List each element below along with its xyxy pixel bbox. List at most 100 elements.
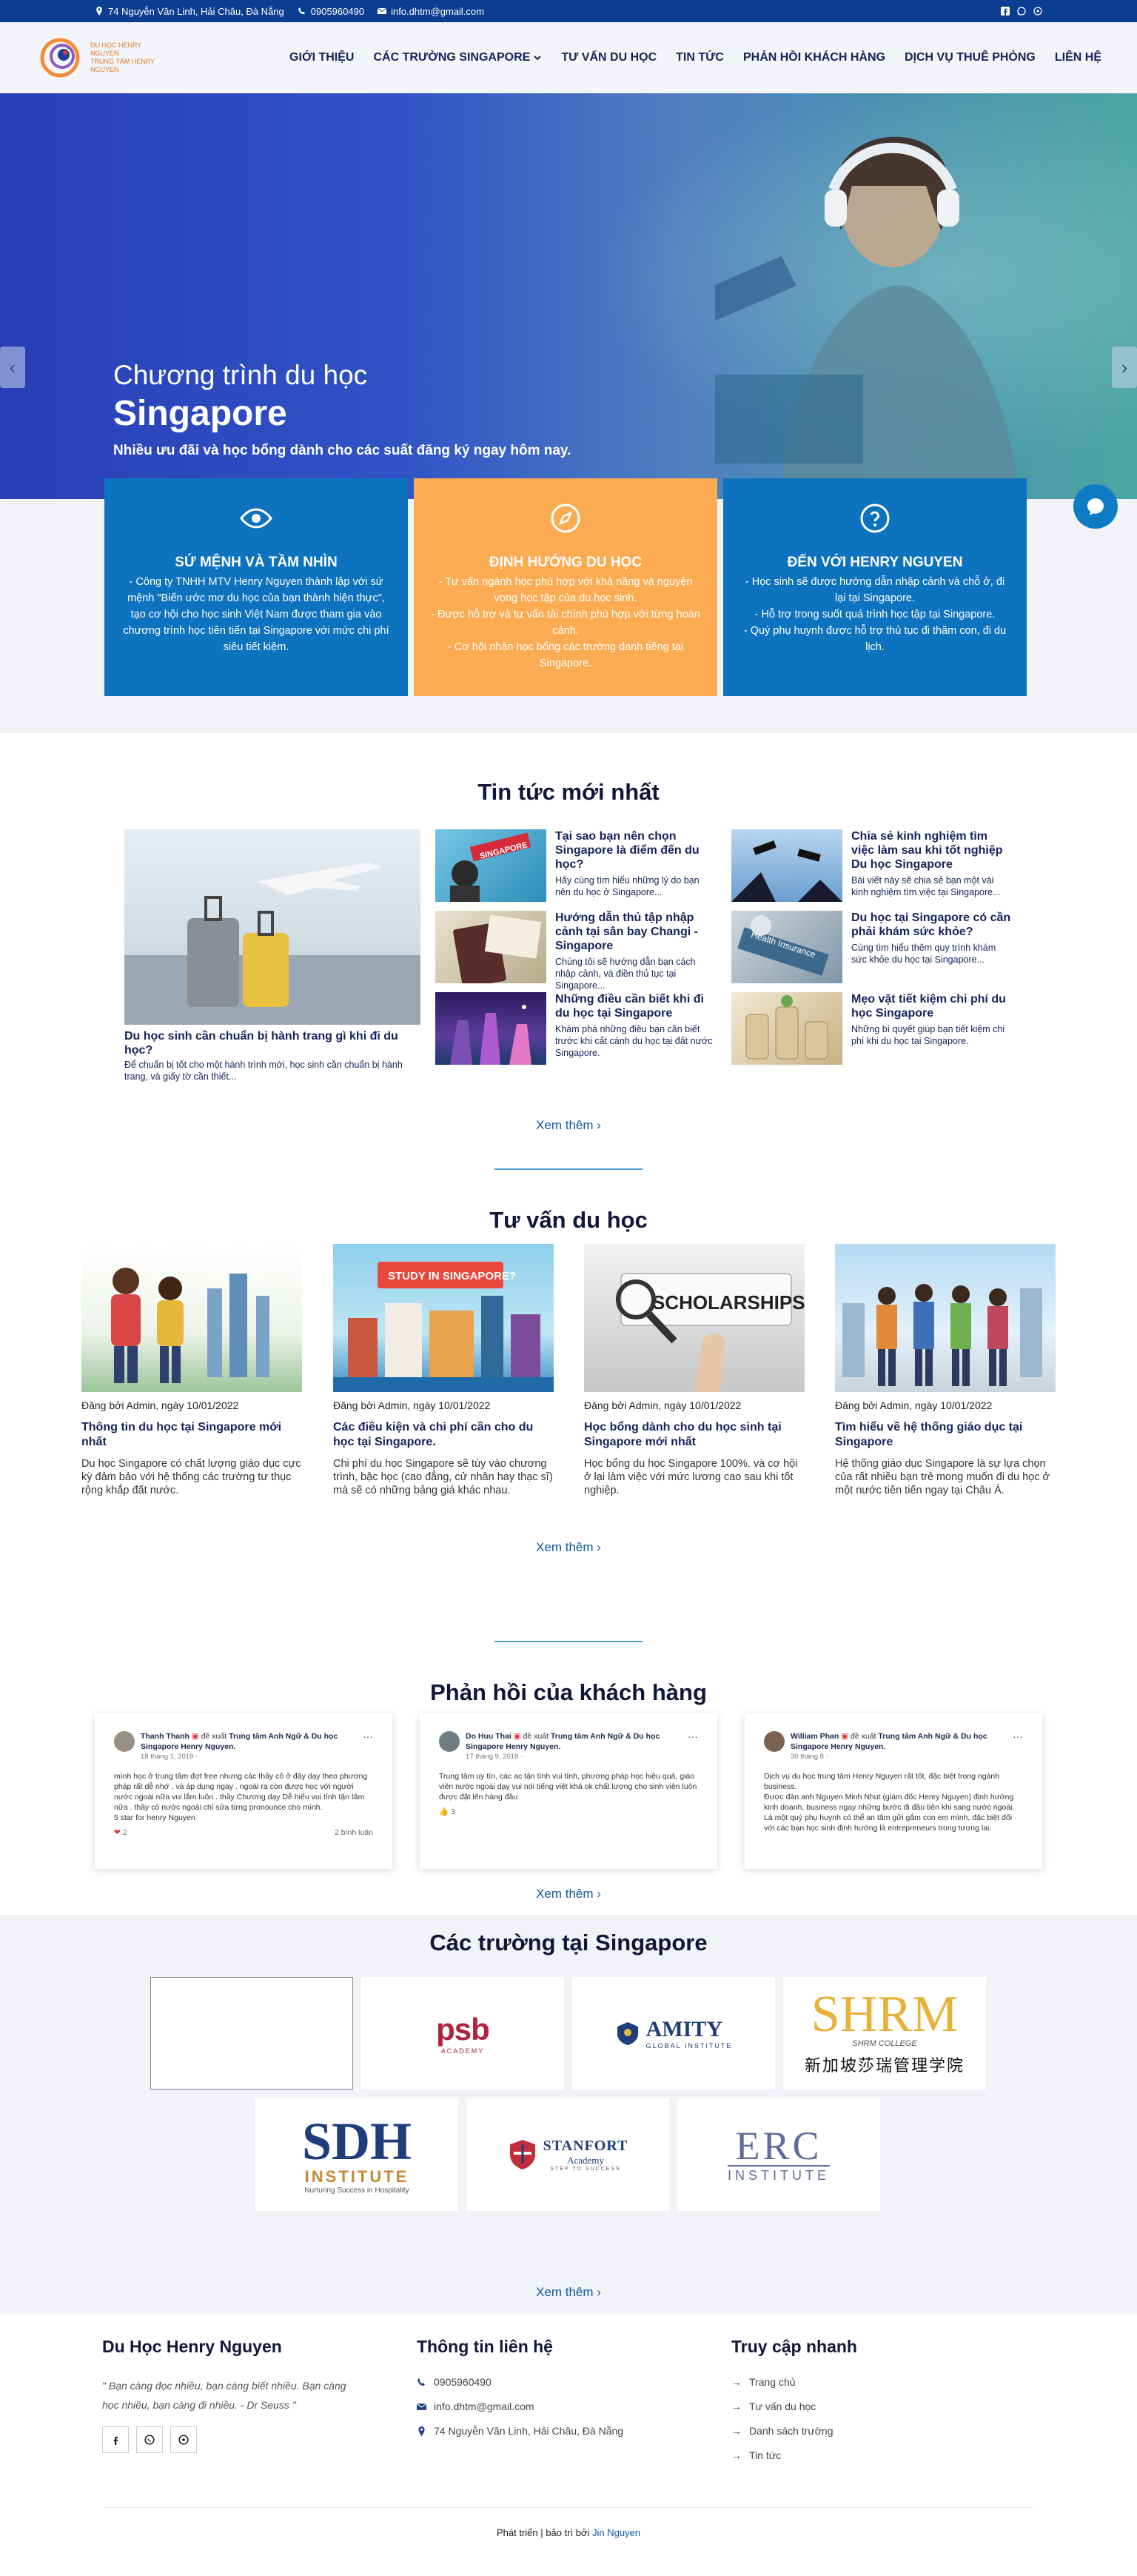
news-item-desc: Hãy cùng tìm hiểu những lý do bạn nên du… xyxy=(555,875,700,897)
news-item-title: Chia sẻ kinh nghiệm tìm việc làm sau khi… xyxy=(851,830,1003,871)
more-options-icon[interactable]: ··· xyxy=(1013,1731,1023,1742)
hero-subtitle: Nhiều ưu đãi và học bổng dành cho các su… xyxy=(113,443,571,458)
site-logo[interactable]: DU HỌC HENRY NGUYEN TRUNG TÂM HENRY NGUY… xyxy=(36,36,172,79)
consult-section-title: Tư vấn du học xyxy=(489,1207,648,1233)
topbar-address: 74 Nguyễn Văn Linh, Hải Châu, Đà Nẵng xyxy=(95,6,284,17)
consult-card[interactable]: Đăng bởi Admin, ngày 10/01/2022 Thông ti… xyxy=(81,1244,302,1497)
question-icon xyxy=(860,504,890,533)
consult-card-title: Các điều kiện và chi phí cần cho du học … xyxy=(333,1421,534,1448)
chevron-down-icon xyxy=(534,56,542,61)
news-thumb xyxy=(731,829,842,902)
nav-item-tin-tuc[interactable]: TIN TỨC xyxy=(676,51,724,64)
footer-quicklinks: Truy cập nhanh → Trang chủ → Tư vấn du học… xyxy=(731,2337,857,2474)
consult-card-desc: Du học Singapore có chất lượng giáo dục … xyxy=(81,1458,301,1496)
more-options-icon[interactable]: ··· xyxy=(688,1731,698,1742)
logo-sub: GLOBAL INSTITUTE xyxy=(645,2042,733,2050)
mail-icon xyxy=(417,2403,426,2410)
school-logo-psb[interactable]: psb ACADEMY xyxy=(361,1977,564,2090)
compass-icon xyxy=(551,504,580,533)
consult-more-link[interactable]: Xem thêm › xyxy=(0,1540,1137,1555)
arrow-right-icon: → xyxy=(731,2449,742,2461)
logo-sub: INSTITUTE xyxy=(304,2167,409,2186)
news-item[interactable]: Health Insurance Du học tại Singapore có… xyxy=(731,911,1013,983)
school-logo-erc[interactable]: ERC INSTITUTE xyxy=(677,2098,880,2211)
whatsapp-icon[interactable] xyxy=(1017,7,1026,16)
news-more-link[interactable]: Xem thêm › xyxy=(0,1118,1137,1133)
consult-card-image xyxy=(81,1244,302,1392)
consult-card-title: Thông tin du học tại Singapore mới nhất xyxy=(81,1421,282,1448)
footer-phone[interactable]: 0905960490 xyxy=(417,2376,623,2388)
nav-item-phan-hoi[interactable]: PHẢN HỒI KHÁCH HÀNG xyxy=(743,51,885,64)
footer-link-news[interactable]: → Tin tức xyxy=(731,2449,857,2461)
news-item[interactable]: SINGAPORE Tại sao bạn nên chọn Singapore… xyxy=(435,829,717,902)
footer-link-home[interactable]: → Trang chủ xyxy=(731,2376,857,2388)
logo-name: SDH xyxy=(301,2111,412,2171)
comments-count: 2 bình luận xyxy=(335,1828,373,1837)
logo-text: DU HỌC HENRY NGUYEN TRUNG TÂM HENRY NGUY… xyxy=(90,41,172,74)
topbar-phone[interactable]: 0905960490 xyxy=(298,6,364,17)
slider-prev-button[interactable]: ‹ xyxy=(0,347,25,388)
school-logo-stanfort[interactable]: STANFORT Academy STEP TO SUCCESS xyxy=(466,2098,669,2211)
news-item[interactable]: Mẹo vặt tiết kiệm chi phí du học Singapo… xyxy=(731,992,1013,1065)
feature-title: SỨ MỆNH VÀ TẦM NHÌN xyxy=(175,555,338,570)
slider-next-button[interactable]: › xyxy=(1112,347,1137,388)
developer-link[interactable]: Jin Nguyen xyxy=(592,2527,640,2538)
logo-tag: STEP TO SUCCESS xyxy=(550,2167,621,2172)
schools-section-title: Các trường tại Singapore xyxy=(429,1930,708,1956)
footer-whatsapp-icon[interactable] xyxy=(136,2426,163,2453)
news-thumb xyxy=(435,911,546,983)
schools-more-link[interactable]: Xem thêm › xyxy=(0,2285,1137,2300)
consult-card-meta: Đăng bởi Admin, ngày 10/01/2022 xyxy=(835,1399,993,1411)
consult-card[interactable]: Đăng bởi Admin, ngày 10/01/2022 Tìm hiểu… xyxy=(835,1244,1056,1497)
logo-name: STANFORT xyxy=(543,2138,628,2154)
nav-item-cac-truong[interactable]: CÁC TRƯỜNG SINGAPORE xyxy=(373,51,542,64)
hero-title-line-1: Chương trình du học xyxy=(113,360,368,390)
news-item[interactable]: Những điều cần biết khi đi du học tại Si… xyxy=(435,992,717,1065)
consult-card[interactable]: STUDY IN SINGAPORE? Đăng bởi Admin, ngày… xyxy=(333,1244,554,1497)
footer-viber-icon[interactable] xyxy=(170,2426,197,2453)
features-section: SỨ MỆNH VÀ TẦM NHÌN - Công ty TNHH MTV H… xyxy=(0,478,1137,733)
viber-icon[interactable] xyxy=(1033,7,1042,16)
nav-item-gioi-thieu[interactable]: GIỚI THIỆU xyxy=(289,51,354,64)
feedback-more-link[interactable]: Xem thêm › xyxy=(0,1887,1137,1901)
consult-card-image xyxy=(835,1244,1056,1392)
topbar-email[interactable]: info.dhtm@gmail.com xyxy=(378,6,484,17)
school-logo-sdh[interactable]: SDH INSTITUTE Nurturing Success in Hospi… xyxy=(255,2098,458,2211)
chat-widget-button[interactable] xyxy=(1073,484,1118,529)
feedback-author: Thanh Thanh ▣ đề xuất Trung tâm Anh Ngữ … xyxy=(141,1731,357,1762)
news-item-desc: Chúng tôi sẽ hướng dẫn bạn cách nhập cản… xyxy=(555,957,696,991)
consult-card-meta: Đăng bởi Admin, ngày 10/01/2022 xyxy=(81,1399,239,1411)
feature-text: - Công ty TNHH MTV Henry Nguyen thành lậ… xyxy=(123,576,389,653)
stanfort-crest-icon xyxy=(509,2140,535,2169)
news-item[interactable]: Hướng dẫn thủ tập nhập cảnh tại sân bay … xyxy=(435,911,717,991)
more-options-icon[interactable]: ··· xyxy=(363,1731,373,1742)
consult-card-meta: Đăng bởi Admin, ngày 10/01/2022 xyxy=(584,1399,742,1411)
feature-card-welcome: ĐẾN VỚI HENRY NGUYEN - Học sinh sẽ được … xyxy=(723,478,1027,696)
news-item[interactable]: Chia sẻ kinh nghiệm tìm việc làm sau khi… xyxy=(731,829,1013,902)
feedback-post: Do Huu Thai ▣ đề xuất Trung tâm Anh Ngữ … xyxy=(420,1713,717,1869)
school-logo-blank[interactable] xyxy=(150,1977,353,2090)
recommends-text: đề xuất xyxy=(523,1732,549,1741)
consult-card[interactable]: SCHOLARSHIPS Đăng bởi Admin, ngày 10/01/… xyxy=(584,1244,805,1497)
consult-card-desc: Học bổng du học Singapore 100%. và cơ hộ… xyxy=(584,1458,798,1496)
hero-student-image xyxy=(715,136,1019,493)
school-logo-shrm[interactable]: SHRM SHRM COLLEGE 新加坡莎瑞管理学院 xyxy=(783,1977,986,2090)
logo-name: ERC xyxy=(735,2123,822,2168)
feature-card-orientation: ĐỊNH HƯỚNG DU HỌC - Tư vấn ngành học phù… xyxy=(414,478,717,696)
consult-card-image: STUDY IN SINGAPORE? xyxy=(333,1244,554,1392)
footer-facebook-icon[interactable] xyxy=(102,2426,129,2453)
footer-link-consult[interactable]: → Tư vấn du học xyxy=(731,2401,857,2412)
footer-quote: " Bạn càng đọc nhiều, bạn càng biết nhiề… xyxy=(102,2380,346,2411)
topbar-address-text: 74 Nguyễn Văn Linh, Hải Châu, Đà Nẵng xyxy=(108,5,284,17)
news-item-title: Du học tại Singapore có cần phải khám sứ… xyxy=(851,911,1011,938)
school-logo-amity[interactable]: AMITY GLOBAL INSTITUTE xyxy=(572,1977,775,2090)
nav-item-lien-he[interactable]: LIÊN HỆ xyxy=(1055,51,1101,64)
facebook-icon[interactable] xyxy=(1001,7,1010,16)
site-footer: Du Học Henry Nguyen " Bạn càng đọc nhiều… xyxy=(0,2315,1137,2548)
footer-link-schools[interactable]: → Danh sách trường xyxy=(731,2425,857,2437)
consult-card-title: Tìm hiểu về hệ thống giáo dục tại Singap… xyxy=(835,1421,1023,1448)
footer-email[interactable]: info.dhtm@gmail.com xyxy=(417,2401,623,2412)
nav-item-thue-phong[interactable]: DỊCH VỤ THUÊ PHÒNG xyxy=(905,51,1036,64)
news-featured[interactable]: Du học sinh cần chuẩn bị hành trang gì k… xyxy=(124,829,420,1083)
nav-item-tu-van[interactable]: TƯ VẤN DU HỌC xyxy=(561,51,657,64)
